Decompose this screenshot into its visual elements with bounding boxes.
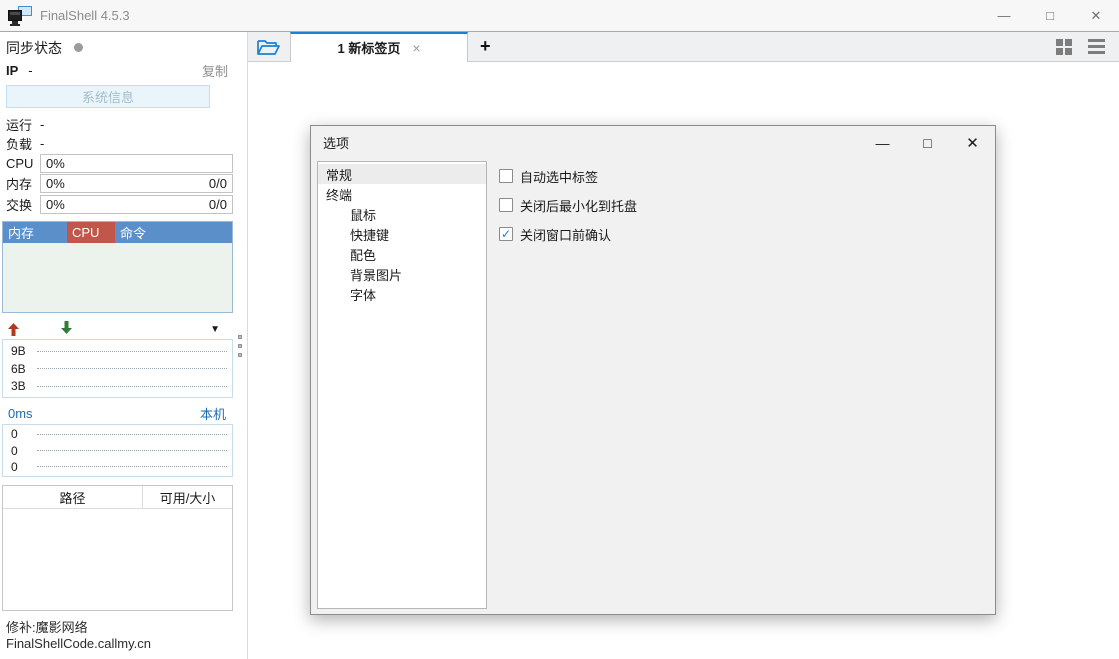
sync-status-dot	[74, 43, 83, 52]
option-confirm-before-close[interactable]: ✓ 关闭窗口前确认	[499, 226, 637, 242]
swap-progress-bar: 0% 0/0	[40, 195, 233, 214]
window-controls: — □ ✕	[981, 0, 1119, 31]
load-value: -	[40, 136, 44, 151]
nav-item-color-scheme[interactable]: 配色	[318, 244, 486, 264]
uptime-value: -	[40, 117, 44, 132]
close-button[interactable]: ✕	[1073, 0, 1119, 31]
swap-ratio: 0/0	[209, 197, 227, 212]
finalshell-window: FinalShell 4.5.3 — □ ✕ 同步状态 IP - 复制 系统信息…	[0, 0, 1119, 659]
ping-graph: 0 0 0	[2, 424, 233, 477]
option-checkbox-0[interactable]: ✓	[499, 169, 513, 183]
maximize-button[interactable]: □	[1027, 0, 1073, 31]
window-title: FinalShell 4.5.3	[40, 8, 130, 23]
dialog-controls: — □ ✕	[860, 126, 995, 159]
process-table: 内存 CPU 命令	[2, 221, 233, 314]
process-col-memory[interactable]: 内存	[3, 222, 67, 243]
dialog-maximize-button[interactable]: □	[905, 126, 950, 159]
option-auto-select-tab[interactable]: ✓ 自动选中标签	[499, 168, 637, 184]
monitor-sidebar: 同步状态 IP - 复制 系统信息 运行 - 负载 - CPU 0%	[0, 32, 234, 659]
swap-meter-row: 交换 0% 0/0	[0, 195, 234, 215]
cpu-percent: 0%	[46, 156, 65, 171]
options-dialog: 选项 — □ ✕ 常规 终端 鼠标 快捷键 配色 背景图片 字体 ✓ 自动选中标…	[310, 125, 996, 615]
cpu-progress-bar: 0%	[40, 154, 233, 173]
download-arrow-icon	[61, 321, 72, 337]
option-checkbox-1[interactable]: ✓	[499, 198, 513, 212]
memory-percent: 0%	[46, 176, 65, 191]
hamburger-menu-icon[interactable]	[1088, 39, 1105, 54]
option-minimize-to-tray[interactable]: ✓ 关闭后最小化到托盘	[499, 197, 637, 213]
dialog-close-button[interactable]: ✕	[950, 126, 995, 159]
disk-col-path[interactable]: 路径	[3, 486, 143, 508]
sync-status-label: 同步状态	[6, 38, 62, 58]
nav-item-background-image[interactable]: 背景图片	[318, 264, 486, 284]
memory-meter-row: 内存 0% 0/0	[0, 174, 234, 194]
patch-status-text: 修补:魔影网络 FinalShellCode.callmy.cn	[0, 611, 234, 659]
sidebar-splitter[interactable]	[234, 32, 248, 659]
ip-value: -	[28, 63, 32, 78]
settings-nav-list: 常规 终端 鼠标 快捷键 配色 背景图片 字体	[317, 161, 487, 609]
network-dropdown-icon[interactable]: ▼	[210, 324, 220, 335]
app-logo-icon	[8, 6, 32, 26]
network-traffic-graph: 9B 6B 3B	[2, 339, 233, 398]
ip-label: IP	[6, 63, 18, 78]
swap-percent: 0%	[46, 197, 65, 212]
copy-ip-link[interactable]: 复制	[202, 61, 228, 80]
memory-ratio: 0/0	[209, 176, 227, 191]
nav-item-terminal[interactable]: 终端	[318, 184, 486, 204]
connection-manager-button[interactable]	[248, 37, 288, 57]
network-graph-header: ▼	[0, 321, 234, 337]
dialog-minimize-button[interactable]: —	[860, 126, 905, 159]
general-options-panel: ✓ 自动选中标签 ✓ 关闭后最小化到托盘 ✓ 关闭窗口前确认	[499, 168, 637, 255]
memory-progress-bar: 0% 0/0	[40, 174, 233, 193]
splitter-grip-icon[interactable]	[238, 335, 242, 357]
host-label[interactable]: 本机	[200, 404, 226, 423]
new-tab-button[interactable]: +	[480, 36, 491, 57]
tab-new-page[interactable]: 1 新标签页 ×	[290, 32, 468, 62]
window-titlebar: FinalShell 4.5.3 — □ ✕	[0, 0, 1119, 32]
disk-table-header: 路径 可用/大小	[3, 486, 232, 509]
nav-item-general[interactable]: 常规	[318, 164, 486, 184]
tab-bar: 1 新标签页 × +	[248, 32, 1119, 62]
nav-item-font[interactable]: 字体	[318, 284, 486, 304]
ping-graph-header: 0ms 本机	[0, 404, 234, 422]
process-col-cpu[interactable]: CPU	[67, 222, 115, 243]
layout-grid-icon[interactable]	[1056, 39, 1072, 55]
disk-table: 路径 可用/大小	[2, 485, 233, 611]
dialog-title: 选项	[323, 133, 349, 152]
minimize-button[interactable]: —	[981, 0, 1027, 31]
cpu-meter-row: CPU 0%	[0, 153, 234, 173]
latency-value: 0ms	[8, 406, 33, 421]
uptime-label: 运行	[6, 115, 32, 134]
disk-col-size[interactable]: 可用/大小	[143, 486, 232, 508]
load-label: 负载	[6, 134, 32, 153]
tab-close-icon[interactable]: ×	[412, 40, 420, 56]
system-info-button[interactable]: 系统信息	[6, 85, 210, 108]
upload-arrow-icon	[8, 323, 19, 336]
dialog-titlebar: 选项 — □ ✕	[311, 126, 995, 159]
option-checkbox-2[interactable]: ✓	[499, 227, 513, 241]
process-col-command[interactable]: 命令	[115, 222, 232, 243]
process-table-header: 内存 CPU 命令	[3, 222, 232, 243]
open-folder-icon	[256, 37, 281, 57]
nav-item-shortcuts[interactable]: 快捷键	[318, 224, 486, 244]
nav-item-mouse[interactable]: 鼠标	[318, 204, 486, 224]
